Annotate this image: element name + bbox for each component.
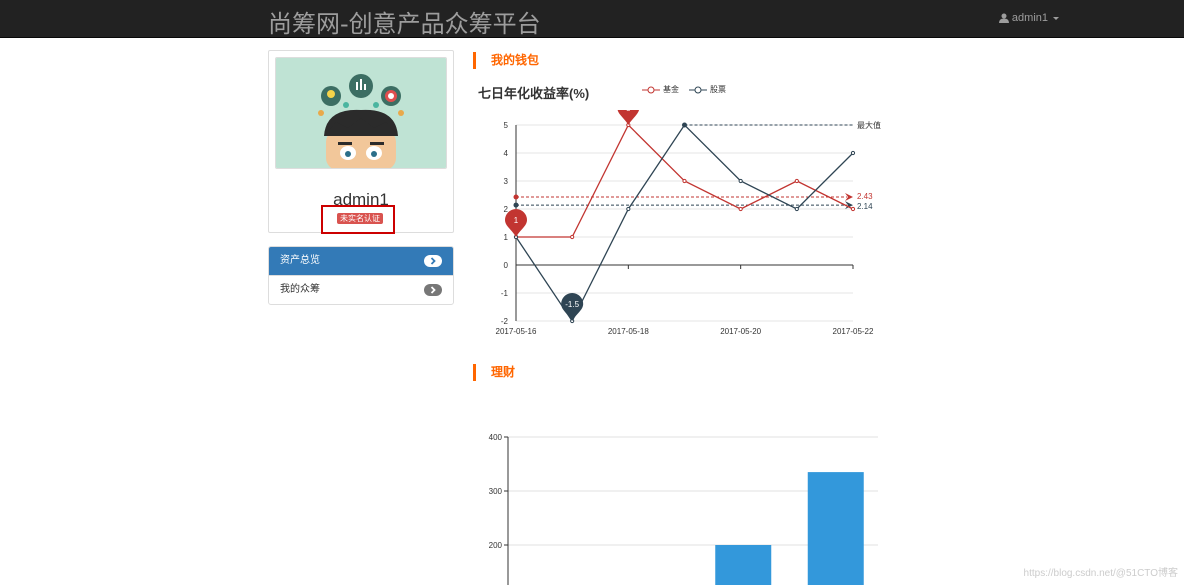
bar [715,545,772,585]
y-tick-label: 3 [504,177,509,186]
x-tick-label: 2017-05-18 [608,327,649,336]
data-point [682,178,687,184]
legend-label: 基金 [663,85,679,94]
user-icon [998,13,1009,23]
chevron-right-icon [424,255,442,267]
line-chart-title: 七日年化收益率(%) [478,86,590,101]
section-title-finance: 理财 [473,364,515,381]
x-tick-label: 2017-05-22 [833,327,874,336]
y-tick-label: 200 [489,541,503,550]
side-item-my-crowdfunding[interactable]: 我的众筹 [269,275,453,304]
profile-card: admin1 未实名认证 [268,50,454,234]
series-line [515,123,854,323]
average-line-label: 2.43 [857,192,873,201]
legend-item-fund[interactable]: 基金 [642,84,679,95]
y-tick-label: 300 [489,487,503,496]
marker-label: -1.5 [565,300,579,309]
max-point [682,122,687,128]
legend-item-stock[interactable]: 股票 [689,84,726,95]
y-tick-label: -1 [501,289,509,298]
top-navbar: 尚筹网-创意产品众筹平台 admin1 [0,0,1184,38]
verify-status-badge[interactable]: 未实名认证 [337,213,383,224]
user-menu-label: admin1 [1011,12,1048,24]
side-menu: 资产总览 我的众筹 [268,246,454,305]
section-title-wallet: 我的钱包 [473,52,539,69]
max-line-label: 最大值 [857,120,881,130]
watermark: https://blog.csdn.net/@51CTO博客 [1023,568,1178,579]
y-tick-label: 1 [504,233,509,242]
side-item-label: 我的众筹 [280,284,320,295]
line-chart-legend: 基金 股票 [642,84,726,95]
chevron-right-icon [424,284,442,296]
line-chart: -2-10123452017-05-16 2017-05-18 2017-05-20… [496,110,881,336]
data-point [570,234,575,240]
data-point [850,206,856,212]
brand-title[interactable]: 尚筹网-创意产品众筹平台 [268,4,541,39]
marker-label: 5 [626,110,631,113]
side-item-label: 资产总览 [280,255,320,266]
caret-down-icon [1053,16,1059,20]
data-point [626,206,631,212]
data-point [738,178,743,184]
y-tick-label: 5 [504,121,509,130]
bar [807,472,864,585]
data-point [794,178,799,184]
average-line-label: 2.14 [857,202,873,211]
x-tick-label: 2017-05-16 [496,327,537,336]
average-line-start [513,202,519,208]
user-menu[interactable]: admin1 [998,12,1059,24]
y-tick-label: 4 [504,149,509,158]
avatar [275,57,447,169]
x-tick-label: 2017-05-20 [720,327,761,336]
average-line-start [513,194,519,200]
bar-chart: 200 300 400 [489,433,878,585]
data-point [850,150,856,156]
side-item-asset-overview[interactable]: 资产总览 [269,247,453,275]
y-tick-label: -2 [501,317,509,326]
y-tick-label: 400 [489,433,503,442]
data-point [794,206,799,212]
legend-label: 股票 [710,85,726,94]
data-point [738,206,743,212]
y-tick-label: 0 [504,261,509,270]
marker-label: 1 [514,216,519,225]
y-tick-label: 2 [504,205,509,214]
